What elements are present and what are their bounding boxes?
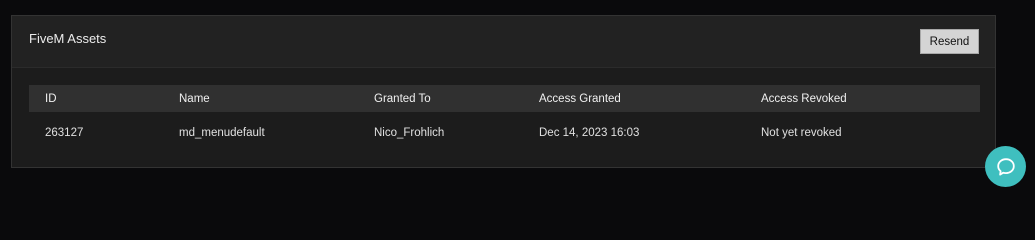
- assets-table: ID Name Granted To Access Granted Access…: [29, 85, 980, 154]
- table-body: 263127 md_menudefault Nico_Frohlich Dec …: [29, 112, 980, 154]
- resend-button[interactable]: Resend: [920, 29, 979, 54]
- column-header-id: ID: [45, 92, 57, 105]
- column-header-granted-to: Granted To: [374, 92, 431, 105]
- cell-granted-to: Nico_Frohlich: [374, 127, 445, 139]
- table-row: 263127 md_menudefault Nico_Frohlich Dec …: [29, 112, 980, 154]
- cell-access-granted: Dec 14, 2023 16:03: [539, 127, 640, 139]
- table-header-row: ID Name Granted To Access Granted Access…: [29, 85, 980, 112]
- assets-panel: FiveM Assets Resend ID Name Granted To A…: [11, 15, 996, 168]
- cell-access-revoked: Not yet revoked: [761, 127, 842, 139]
- cell-id: 263127: [45, 127, 84, 139]
- column-header-access-granted: Access Granted: [539, 92, 621, 105]
- column-header-access-revoked: Access Revoked: [761, 92, 847, 105]
- cell-name: md_menudefault: [179, 127, 265, 139]
- chat-bubble-icon: [996, 157, 1015, 175]
- chat-support-button[interactable]: [985, 146, 1026, 187]
- table-header: ID Name Granted To Access Granted Access…: [29, 85, 980, 112]
- column-header-name: Name: [179, 92, 210, 105]
- panel-title: FiveM Assets: [29, 31, 107, 46]
- panel-header: FiveM Assets Resend: [12, 16, 995, 68]
- assets-table-wrapper: ID Name Granted To Access Granted Access…: [29, 85, 980, 154]
